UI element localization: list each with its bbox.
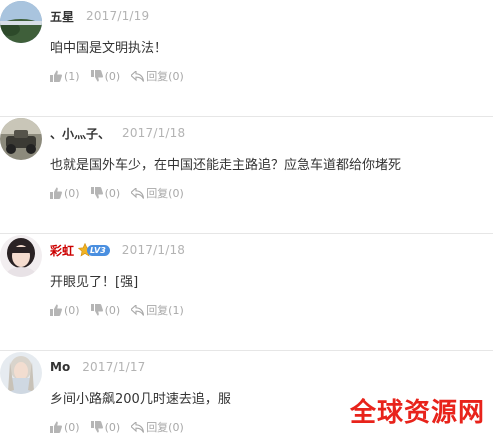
thumb-up-icon [50,304,62,316]
comment-item: 五星 2017/1/19 咱中国是文明执法！ (1) (0) 回复(0) [0,0,493,117]
thumb-up-icon [50,421,62,433]
reply-arrow-icon [131,304,145,316]
comment-actions: (1) (0) 回复(0) [50,68,195,84]
dislike-count: (0) [104,69,121,83]
thumb-down-icon [90,70,103,82]
reply-arrow-icon [131,421,145,433]
comment-actions: (0) (0) 回复(0) [50,419,195,435]
comment-header: Mo 2017/1/17 [50,358,146,376]
like-button[interactable]: (1) [50,70,80,83]
dislike-button[interactable]: (0) [90,69,121,83]
avatar[interactable] [0,118,42,160]
like-count: (1) [64,69,80,83]
comment-actions: (0) (0) 回复(1) [50,302,195,318]
comment-date: 2017/1/17 [82,360,146,374]
like-button[interactable]: (0) [50,421,80,434]
thumb-down-icon [90,187,103,199]
comment-text: 也就是国外车少，在中国还能走主路追？应急车道都给你堵死 [50,158,402,173]
avatar[interactable] [0,235,42,277]
username[interactable]: 彩虹 [50,242,74,259]
like-button[interactable]: (0) [50,304,80,317]
reply-count: 回复(0) [146,187,184,200]
reply-button[interactable]: 回复(0) [131,419,184,435]
dislike-count: (0) [104,186,121,200]
comment-text: 乡间小路飙200几时速去追，服 [50,392,231,407]
thumb-down-icon [90,304,103,316]
comment-item: 彩虹 LV3 2017/1/18 开眼见了！[强] (0) (0) 回复(1) [0,234,493,351]
comment-item: 、小灬子、 2017/1/18 也就是国外车少，在中国还能走主路追？应急车道都给… [0,117,493,234]
username[interactable]: 五星 [50,8,74,25]
comment-text: 开眼见了！[强] [50,275,139,290]
reply-arrow-icon [131,187,145,199]
comment-date: 2017/1/19 [86,9,150,23]
username[interactable]: Mo [50,360,70,374]
like-count: (0) [64,420,80,434]
comment-header: 五星 2017/1/19 [50,7,149,25]
avatar[interactable] [0,352,42,394]
reply-count: 回复(1) [146,304,184,317]
dislike-button[interactable]: (0) [90,303,121,317]
reply-arrow-icon [131,70,145,82]
watermark-text: 全球资源网 [349,398,485,428]
thumb-down-icon [90,421,103,433]
dislike-button[interactable]: (0) [90,186,121,200]
dislike-count: (0) [104,303,121,317]
thumb-up-icon [50,70,62,82]
like-button[interactable]: (0) [50,187,80,200]
dislike-button[interactable]: (0) [90,420,121,434]
level-badge: LV3 [78,243,110,257]
comment-header: 彩虹 LV3 2017/1/18 [50,241,185,259]
thumb-up-icon [50,187,62,199]
username[interactable]: 、小灬子、 [50,125,110,142]
comment-text: 咱中国是文明执法！ [50,41,168,56]
comment-date: 2017/1/18 [121,243,186,257]
comment-date: 2017/1/18 [122,126,186,140]
reply-button[interactable]: 回复(0) [131,185,184,201]
like-count: (0) [64,186,80,200]
comment-actions: (0) (0) 回复(0) [50,185,195,201]
reply-count: 回复(0) [146,421,184,434]
dislike-count: (0) [104,420,121,434]
comment-list: 五星 2017/1/19 咱中国是文明执法！ (1) (0) 回复(0) 、小灬… [0,0,493,437]
reply-count: 回复(0) [146,70,184,83]
avatar[interactable] [0,1,42,43]
comment-header: 、小灬子、 2017/1/18 [50,124,185,142]
like-count: (0) [64,303,80,317]
reply-button[interactable]: 回复(1) [131,302,184,318]
level-label: LV3 [87,244,110,256]
reply-button[interactable]: 回复(0) [131,68,184,84]
